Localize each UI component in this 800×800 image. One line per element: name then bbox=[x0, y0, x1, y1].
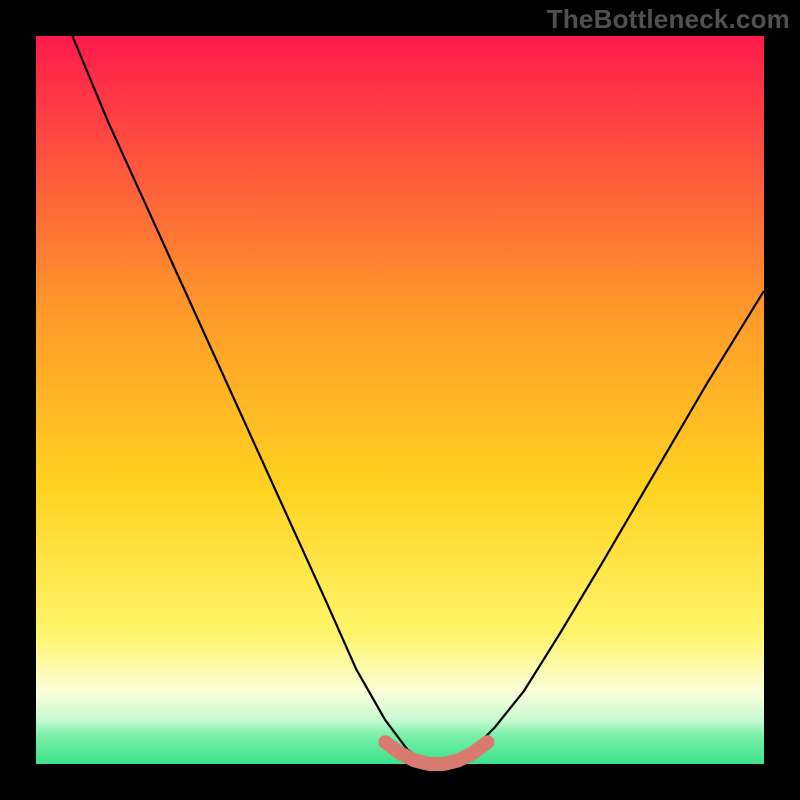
plot-background bbox=[36, 36, 764, 764]
chart-frame: TheBottleneck.com bbox=[0, 0, 800, 800]
bottleneck-chart bbox=[0, 0, 800, 800]
